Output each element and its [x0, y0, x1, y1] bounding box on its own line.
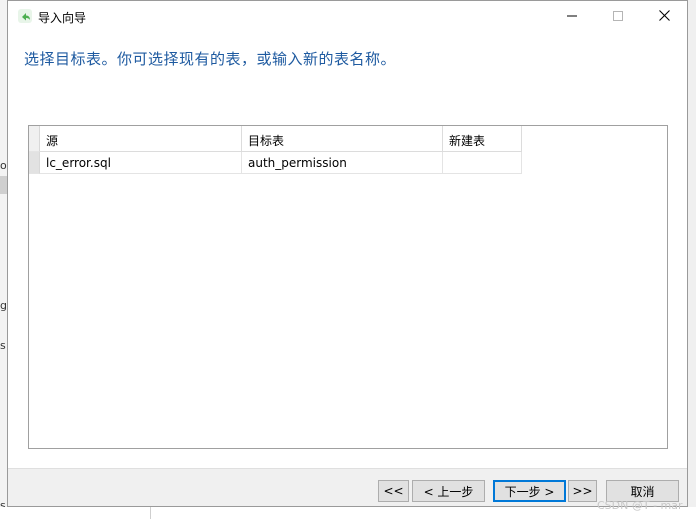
title-bar[interactable]: 导入向导 [8, 1, 687, 32]
column-header-source[interactable]: 源 [40, 126, 242, 152]
background-text-fragment: s [0, 339, 6, 352]
minimize-icon [567, 10, 577, 24]
minimize-button[interactable] [549, 1, 595, 32]
last-step-button[interactable]: >> [568, 480, 597, 502]
next-button[interactable]: 下一步 > [493, 480, 566, 502]
first-step-button[interactable]: << [378, 480, 409, 502]
wizard-content: 选择目标表。你可选择现有的表，或输入新的表名称。 源 目标表 新建表 lc_er… [8, 32, 687, 468]
maximize-icon [613, 10, 623, 24]
mapping-table: 源 目标表 新建表 lc_error.sql auth_permission [28, 125, 668, 449]
cell-new-table[interactable] [443, 152, 522, 174]
background-status-area [0, 507, 696, 519]
background-selected-item [0, 176, 7, 194]
maximize-button[interactable] [595, 1, 641, 32]
step-instruction: 选择目标表。你可选择现有的表，或输入新的表名称。 [24, 50, 397, 68]
close-icon [658, 9, 670, 24]
background-text-fragment: g [0, 299, 7, 312]
corner-header [29, 126, 40, 152]
watermark: CSDN @T - mar [597, 499, 683, 512]
cell-target-table[interactable]: auth_permission [242, 152, 443, 174]
row-header-column [29, 126, 40, 174]
window-title: 导入向导 [38, 11, 87, 25]
footer-separator [8, 468, 687, 469]
cell-source[interactable]: lc_error.sql [40, 152, 242, 174]
previous-button[interactable]: < 上一步 [412, 480, 485, 502]
row-selector[interactable] [29, 152, 40, 174]
background-divider [150, 507, 151, 519]
import-wizard-dialog: 导入向导 选择目标表。你可选择现有的表，或输入新的表名称。 源 目标表 新建表 … [7, 0, 688, 507]
column-header-new-table[interactable]: 新建表 [443, 126, 522, 152]
import-wizard-icon [17, 8, 33, 24]
column-header-target[interactable]: 目标表 [242, 126, 443, 152]
close-button[interactable] [641, 1, 687, 32]
